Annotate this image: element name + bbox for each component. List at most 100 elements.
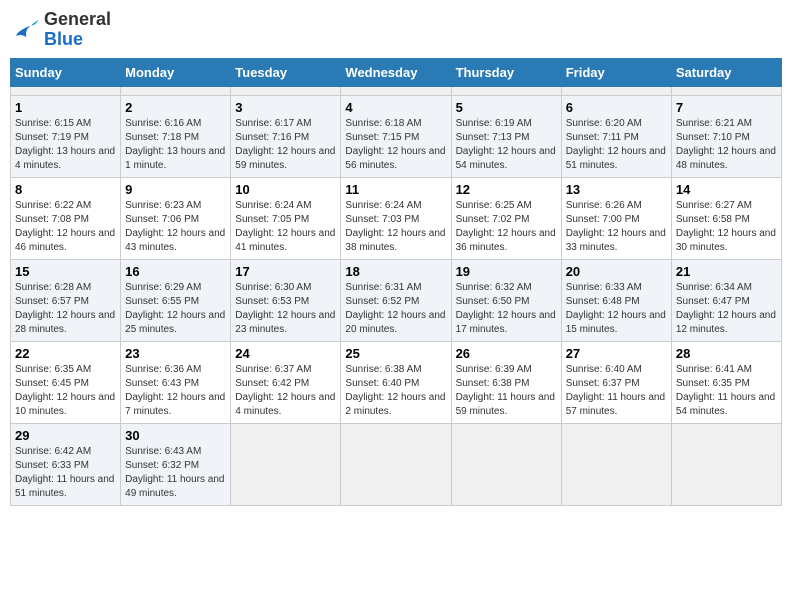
day-number: 3 [235, 100, 336, 115]
calendar-cell: 13 Sunrise: 6:26 AM Sunset: 7:00 PM Dayl… [561, 177, 671, 259]
calendar-cell: 15 Sunrise: 6:28 AM Sunset: 6:57 PM Dayl… [11, 259, 121, 341]
day-number: 25 [345, 346, 446, 361]
calendar-cell: 22 Sunrise: 6:35 AM Sunset: 6:45 PM Dayl… [11, 341, 121, 423]
col-header-monday: Monday [121, 58, 231, 86]
calendar-cell: 9 Sunrise: 6:23 AM Sunset: 7:06 PM Dayli… [121, 177, 231, 259]
calendar-cell [11, 86, 121, 95]
calendar-cell: 21 Sunrise: 6:34 AM Sunset: 6:47 PM Dayl… [671, 259, 781, 341]
day-info: Sunrise: 6:40 AM Sunset: 6:37 PM Dayligh… [566, 363, 667, 419]
header-row: SundayMondayTuesdayWednesdayThursdayFrid… [11, 58, 782, 86]
logo-text: General Blue [44, 10, 111, 50]
day-number: 7 [676, 100, 777, 115]
day-number: 16 [125, 264, 226, 279]
calendar-cell [671, 86, 781, 95]
day-number: 9 [125, 182, 226, 197]
calendar-cell [341, 86, 451, 95]
day-info: Sunrise: 6:18 AM Sunset: 7:15 PM Dayligh… [345, 117, 446, 173]
day-number: 5 [456, 100, 557, 115]
calendar-cell: 28 Sunrise: 6:41 AM Sunset: 6:35 PM Dayl… [671, 341, 781, 423]
calendar-cell: 30 Sunrise: 6:43 AM Sunset: 6:32 PM Dayl… [121, 423, 231, 505]
col-header-sunday: Sunday [11, 58, 121, 86]
calendar-cell [231, 86, 341, 95]
calendar-cell [451, 423, 561, 505]
day-info: Sunrise: 6:39 AM Sunset: 6:38 PM Dayligh… [456, 363, 557, 419]
day-number: 30 [125, 428, 226, 443]
calendar-cell: 10 Sunrise: 6:24 AM Sunset: 7:05 PM Dayl… [231, 177, 341, 259]
calendar-cell: 25 Sunrise: 6:38 AM Sunset: 6:40 PM Dayl… [341, 341, 451, 423]
day-number: 18 [345, 264, 446, 279]
day-number: 12 [456, 182, 557, 197]
day-number: 17 [235, 264, 336, 279]
page-header: General Blue [10, 10, 782, 50]
calendar-cell: 1 Sunrise: 6:15 AM Sunset: 7:19 PM Dayli… [11, 95, 121, 177]
day-number: 4 [345, 100, 446, 115]
day-number: 14 [676, 182, 777, 197]
calendar-cell [561, 86, 671, 95]
logo-general: General [44, 9, 111, 29]
calendar-cell: 12 Sunrise: 6:25 AM Sunset: 7:02 PM Dayl… [451, 177, 561, 259]
day-info: Sunrise: 6:42 AM Sunset: 6:33 PM Dayligh… [15, 445, 116, 501]
day-info: Sunrise: 6:22 AM Sunset: 7:08 PM Dayligh… [15, 199, 116, 255]
calendar-cell: 24 Sunrise: 6:37 AM Sunset: 6:42 PM Dayl… [231, 341, 341, 423]
day-number: 13 [566, 182, 667, 197]
logo-blue: Blue [44, 29, 83, 49]
day-number: 10 [235, 182, 336, 197]
day-info: Sunrise: 6:27 AM Sunset: 6:58 PM Dayligh… [676, 199, 777, 255]
week-row-6: 29 Sunrise: 6:42 AM Sunset: 6:33 PM Dayl… [11, 423, 782, 505]
calendar-cell: 26 Sunrise: 6:39 AM Sunset: 6:38 PM Dayl… [451, 341, 561, 423]
day-number: 27 [566, 346, 667, 361]
calendar-cell: 18 Sunrise: 6:31 AM Sunset: 6:52 PM Dayl… [341, 259, 451, 341]
day-info: Sunrise: 6:24 AM Sunset: 7:05 PM Dayligh… [235, 199, 336, 255]
day-number: 28 [676, 346, 777, 361]
day-number: 1 [15, 100, 116, 115]
day-number: 26 [456, 346, 557, 361]
day-info: Sunrise: 6:38 AM Sunset: 6:40 PM Dayligh… [345, 363, 446, 419]
col-header-saturday: Saturday [671, 58, 781, 86]
calendar-cell: 3 Sunrise: 6:17 AM Sunset: 7:16 PM Dayli… [231, 95, 341, 177]
week-row-5: 22 Sunrise: 6:35 AM Sunset: 6:45 PM Dayl… [11, 341, 782, 423]
day-number: 2 [125, 100, 226, 115]
day-info: Sunrise: 6:15 AM Sunset: 7:19 PM Dayligh… [15, 117, 116, 173]
week-row-1 [11, 86, 782, 95]
col-header-tuesday: Tuesday [231, 58, 341, 86]
calendar-cell [121, 86, 231, 95]
week-row-3: 8 Sunrise: 6:22 AM Sunset: 7:08 PM Dayli… [11, 177, 782, 259]
col-header-wednesday: Wednesday [341, 58, 451, 86]
day-info: Sunrise: 6:36 AM Sunset: 6:43 PM Dayligh… [125, 363, 226, 419]
calendar-cell: 11 Sunrise: 6:24 AM Sunset: 7:03 PM Dayl… [341, 177, 451, 259]
calendar-cell: 29 Sunrise: 6:42 AM Sunset: 6:33 PM Dayl… [11, 423, 121, 505]
calendar-cell [671, 423, 781, 505]
calendar-cell [561, 423, 671, 505]
logo-bird-icon [10, 15, 40, 45]
day-info: Sunrise: 6:25 AM Sunset: 7:02 PM Dayligh… [456, 199, 557, 255]
calendar-cell: 27 Sunrise: 6:40 AM Sunset: 6:37 PM Dayl… [561, 341, 671, 423]
day-info: Sunrise: 6:35 AM Sunset: 6:45 PM Dayligh… [15, 363, 116, 419]
day-info: Sunrise: 6:28 AM Sunset: 6:57 PM Dayligh… [15, 281, 116, 337]
calendar-cell: 8 Sunrise: 6:22 AM Sunset: 7:08 PM Dayli… [11, 177, 121, 259]
day-number: 24 [235, 346, 336, 361]
day-number: 15 [15, 264, 116, 279]
calendar-cell: 2 Sunrise: 6:16 AM Sunset: 7:18 PM Dayli… [121, 95, 231, 177]
day-info: Sunrise: 6:34 AM Sunset: 6:47 PM Dayligh… [676, 281, 777, 337]
day-number: 20 [566, 264, 667, 279]
day-info: Sunrise: 6:17 AM Sunset: 7:16 PM Dayligh… [235, 117, 336, 173]
day-info: Sunrise: 6:41 AM Sunset: 6:35 PM Dayligh… [676, 363, 777, 419]
day-number: 11 [345, 182, 446, 197]
calendar-cell: 19 Sunrise: 6:32 AM Sunset: 6:50 PM Dayl… [451, 259, 561, 341]
day-info: Sunrise: 6:37 AM Sunset: 6:42 PM Dayligh… [235, 363, 336, 419]
day-number: 23 [125, 346, 226, 361]
day-info: Sunrise: 6:19 AM Sunset: 7:13 PM Dayligh… [456, 117, 557, 173]
day-number: 6 [566, 100, 667, 115]
calendar-cell: 20 Sunrise: 6:33 AM Sunset: 6:48 PM Dayl… [561, 259, 671, 341]
week-row-4: 15 Sunrise: 6:28 AM Sunset: 6:57 PM Dayl… [11, 259, 782, 341]
day-info: Sunrise: 6:43 AM Sunset: 6:32 PM Dayligh… [125, 445, 226, 501]
calendar-table: SundayMondayTuesdayWednesdayThursdayFrid… [10, 58, 782, 506]
day-info: Sunrise: 6:29 AM Sunset: 6:55 PM Dayligh… [125, 281, 226, 337]
calendar-cell: 16 Sunrise: 6:29 AM Sunset: 6:55 PM Dayl… [121, 259, 231, 341]
day-info: Sunrise: 6:16 AM Sunset: 7:18 PM Dayligh… [125, 117, 226, 173]
day-info: Sunrise: 6:20 AM Sunset: 7:11 PM Dayligh… [566, 117, 667, 173]
calendar-cell [231, 423, 341, 505]
day-number: 29 [15, 428, 116, 443]
day-info: Sunrise: 6:30 AM Sunset: 6:53 PM Dayligh… [235, 281, 336, 337]
day-info: Sunrise: 6:23 AM Sunset: 7:06 PM Dayligh… [125, 199, 226, 255]
